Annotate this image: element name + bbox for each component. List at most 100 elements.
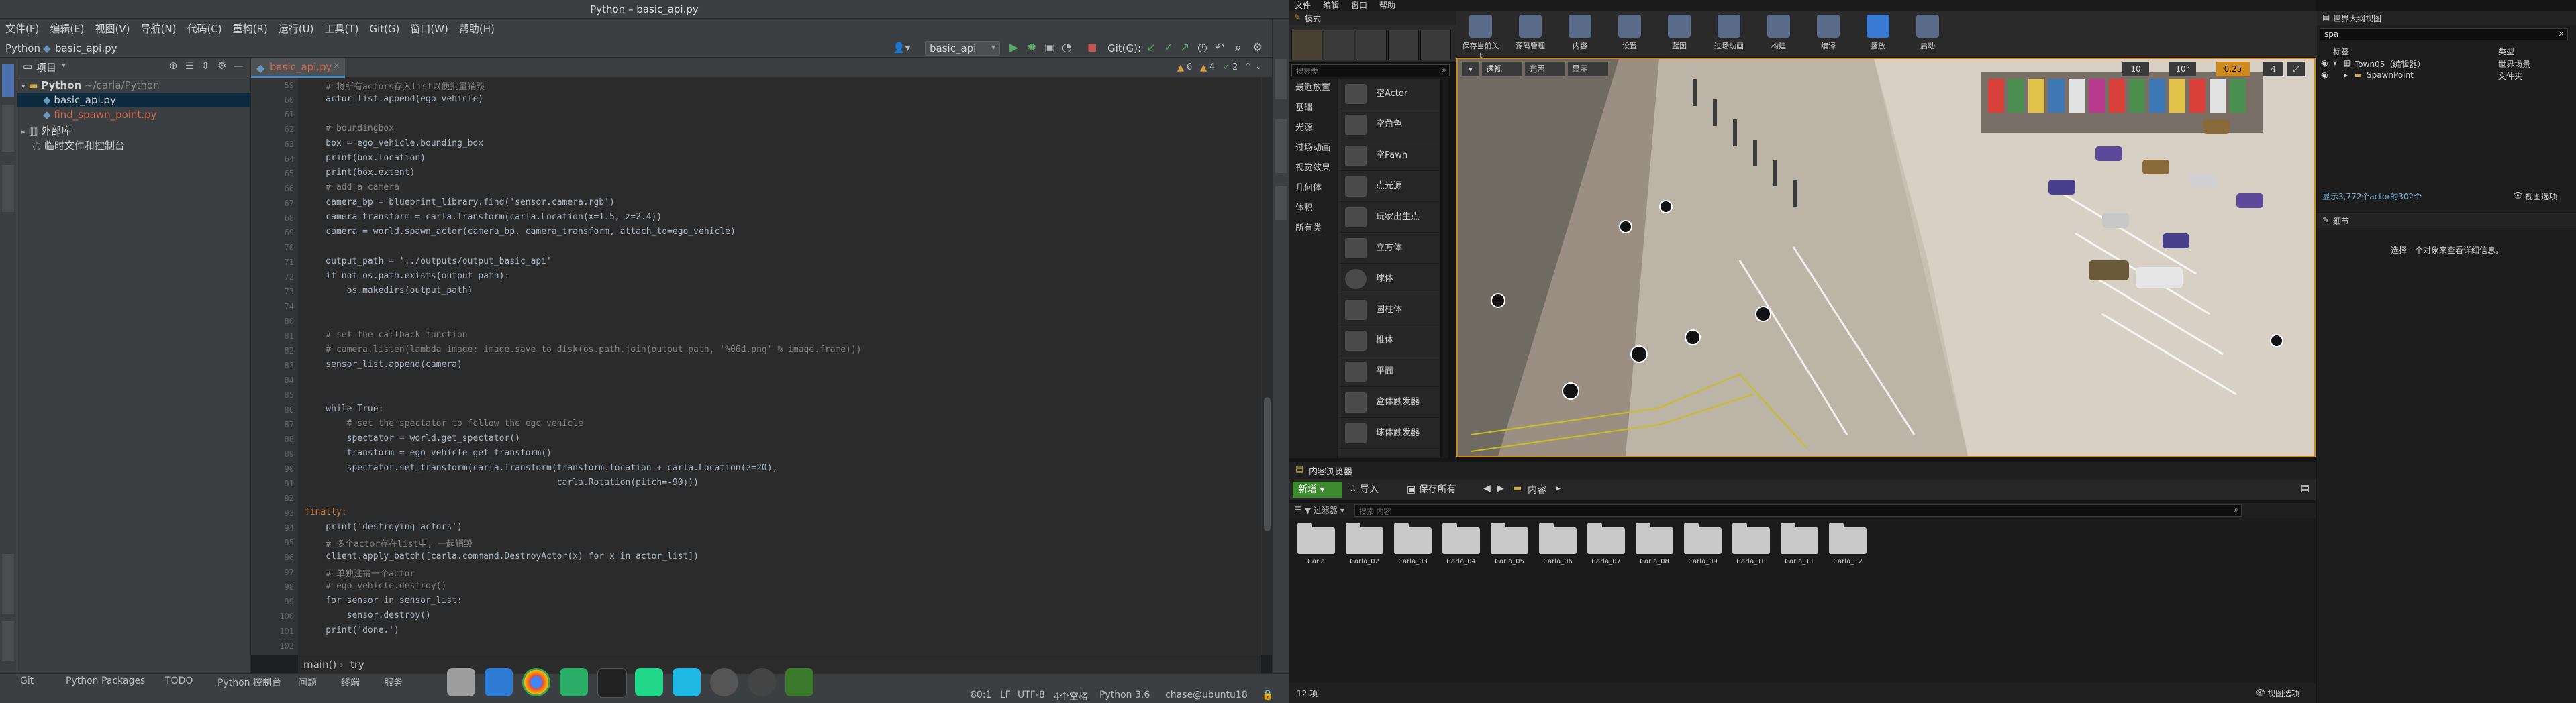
tree-root[interactable]: ▾ ▬ Python ~/carla/Python (21, 78, 160, 93)
camera-speed-value[interactable]: 4 (2263, 62, 2283, 76)
place-item[interactable]: 点光源 (1340, 172, 1439, 202)
visibility-eye-icon[interactable]: ◉ (2321, 58, 2328, 68)
forward-icon[interactable]: ▶ (1497, 483, 1504, 494)
place-item[interactable]: 盒体触发器 (1340, 388, 1439, 418)
menu-git[interactable]: Git(G) (364, 19, 405, 39)
finder-icon[interactable] (485, 668, 513, 696)
folder-item[interactable]: Carla (1295, 523, 1337, 588)
hide-icon[interactable]: — (234, 60, 244, 72)
breadcrumb-try[interactable]: try (350, 659, 364, 671)
collapse-all-icon[interactable]: ☰ (185, 60, 194, 72)
path-content[interactable]: 内容 (1528, 483, 1546, 496)
history-icon[interactable]: ◷ (1197, 41, 1207, 54)
menu-window[interactable]: 窗口(W) (405, 19, 454, 39)
typo-icon[interactable]: ✓ (1223, 62, 1230, 72)
chevron-up-icon[interactable]: ⌃ (1244, 62, 1252, 72)
category-visual-effects[interactable]: 视觉效果 (1295, 160, 1330, 177)
project-panel-title[interactable]: 项目 (36, 60, 56, 74)
save-level-button[interactable]: 保存当前关卡 (1462, 13, 1499, 61)
wechat-icon[interactable] (560, 668, 588, 696)
editor-scrollbar[interactable] (1261, 78, 1272, 655)
details-tab[interactable]: ✎ 细节 (2317, 213, 2576, 228)
tree-file-basic-api[interactable]: ◆ basic_api.py (17, 93, 251, 107)
indent[interactable]: 4个空格 (1054, 690, 1088, 703)
folder-item[interactable]: Carla_04 (1440, 523, 1482, 588)
folder-item[interactable]: Carla_03 (1392, 523, 1434, 588)
nav-file[interactable]: basic_api.py (55, 42, 117, 54)
database-tool-button[interactable] (1275, 186, 1287, 220)
commit-tool-button[interactable] (2, 105, 14, 152)
folder-item[interactable]: Carla_09 (1682, 523, 1724, 588)
outliner-tab[interactable]: ▤ 世界大纲视图 (2317, 11, 2576, 25)
lock-icon[interactable]: 🔒 (1262, 690, 1273, 700)
build-button[interactable]: 构建 (1760, 13, 1797, 55)
visibility-eye-icon[interactable]: ◉ (2321, 70, 2328, 80)
folder-item[interactable]: Carla_08 (1634, 523, 1675, 588)
nvidia-icon[interactable] (785, 668, 813, 696)
ue-menu-edit[interactable]: 编辑 (1317, 0, 1345, 11)
outliner-view-options[interactable]: 视图选项 (2525, 191, 2557, 202)
menu-navigate[interactable]: 导航(N) (136, 19, 182, 39)
place-item[interactable]: 圆柱体 (1340, 295, 1439, 325)
bookmarks-tool-button[interactable] (2, 554, 14, 614)
tool-problems[interactable]: 问题 (298, 675, 317, 689)
source-control-button[interactable]: 源码管理 (1512, 13, 1549, 55)
tool-python-packages[interactable]: Python Packages (66, 675, 145, 686)
chevron-right-icon[interactable]: ▸ (2344, 70, 2348, 80)
outliner-row[interactable]: ◉ ▸ ▬ SpawnPoint 文件夹 (2317, 70, 2576, 82)
profile-icon[interactable]: ◔ (1062, 41, 1072, 54)
level-viewport[interactable]: ▾ 透视 光照 显示 10 10° 0.25 4 ⤢ (1456, 58, 2316, 457)
gear-icon[interactable]: ⚙ (217, 60, 226, 72)
clion-icon[interactable] (673, 668, 701, 696)
category-basic[interactable]: 基础 (1295, 99, 1313, 117)
place-item[interactable]: 玩家出生点 (1340, 203, 1439, 233)
save-all-button[interactable]: ▣ 保存所有 (1407, 482, 1474, 498)
interpreter[interactable]: Python 3.6 (1099, 690, 1150, 700)
perspective-button[interactable]: 透视 (1482, 62, 1522, 76)
place-item[interactable]: 平面 (1340, 357, 1439, 387)
category-cinematic[interactable]: 过场动画 (1295, 140, 1330, 157)
scroll-thumb[interactable] (1264, 397, 1271, 531)
place-item[interactable]: 球体 (1340, 264, 1439, 294)
content-browser-tab[interactable]: ▤ 内容浏览器 (1289, 462, 2316, 479)
view-options-button[interactable]: 视图选项 (2267, 688, 2299, 699)
rotation-snap-value[interactable]: 10° (2169, 62, 2196, 76)
breadcrumb-main[interactable]: main() (303, 659, 336, 671)
grid-snap-value[interactable]: 10 (2122, 62, 2149, 76)
menu-run[interactable]: 运行(U) (273, 19, 319, 39)
pycharm-icon[interactable] (635, 668, 663, 696)
filters-button[interactable]: ▼ 过滤器 ▾ (1305, 504, 1349, 517)
geometry-mode-icon[interactable] (1420, 30, 1451, 60)
place-item[interactable]: 球体触发器 (1340, 419, 1439, 449)
sciview-tool-button[interactable] (1275, 119, 1287, 173)
stop-icon[interactable]: ■ (1087, 41, 1097, 53)
maximize-icon[interactable]: ⤢ (2287, 62, 2305, 76)
viewport-options-button[interactable]: ▾ (1462, 62, 1479, 76)
tree-external-libs[interactable]: ▸ ▥ 外部库 (21, 123, 71, 138)
place-item[interactable]: 椎体 (1340, 326, 1439, 356)
warning-count-icon[interactable]: ▲ (1177, 63, 1184, 73)
outliner-row[interactable]: ◉ ▾ ▦ Town05（编辑器） 世界场景 (2317, 58, 2576, 70)
terminal-icon[interactable] (597, 668, 627, 698)
git-update-icon[interactable]: ↙ (1146, 41, 1156, 54)
folder-item[interactable]: Carla_06 (1537, 523, 1579, 588)
category-volumes[interactable]: 体积 (1295, 200, 1313, 217)
place-item[interactable]: 空Actor (1340, 79, 1439, 109)
chrome-icon[interactable] (522, 668, 550, 696)
modes-tab[interactable]: ✎ 模式 (1289, 11, 1456, 25)
landscape-mode-icon[interactable] (1356, 30, 1387, 60)
settings-button[interactable]: 设置 (1611, 13, 1648, 55)
show-button[interactable]: 显示 (1568, 62, 1608, 76)
tool-python-console[interactable]: Python 控制台 (217, 675, 281, 689)
compile-button[interactable]: 编译 (1810, 13, 1847, 55)
unreal-app-icon[interactable] (748, 668, 776, 696)
trash-icon[interactable] (447, 668, 475, 696)
chevron-down-icon[interactable]: ▾ (62, 60, 66, 70)
place-item[interactable]: 立方体 (1340, 233, 1439, 264)
ue-menu-help[interactable]: 帮助 (1373, 0, 1401, 11)
add-new-button[interactable]: 新增 ▾ (1293, 482, 1342, 498)
tool-git[interactable]: Git (20, 675, 34, 686)
settings-icon[interactable]: ⚙ (1252, 41, 1262, 54)
project-tool-button[interactable] (2, 64, 14, 97)
paint-mode-icon[interactable] (1324, 30, 1354, 60)
